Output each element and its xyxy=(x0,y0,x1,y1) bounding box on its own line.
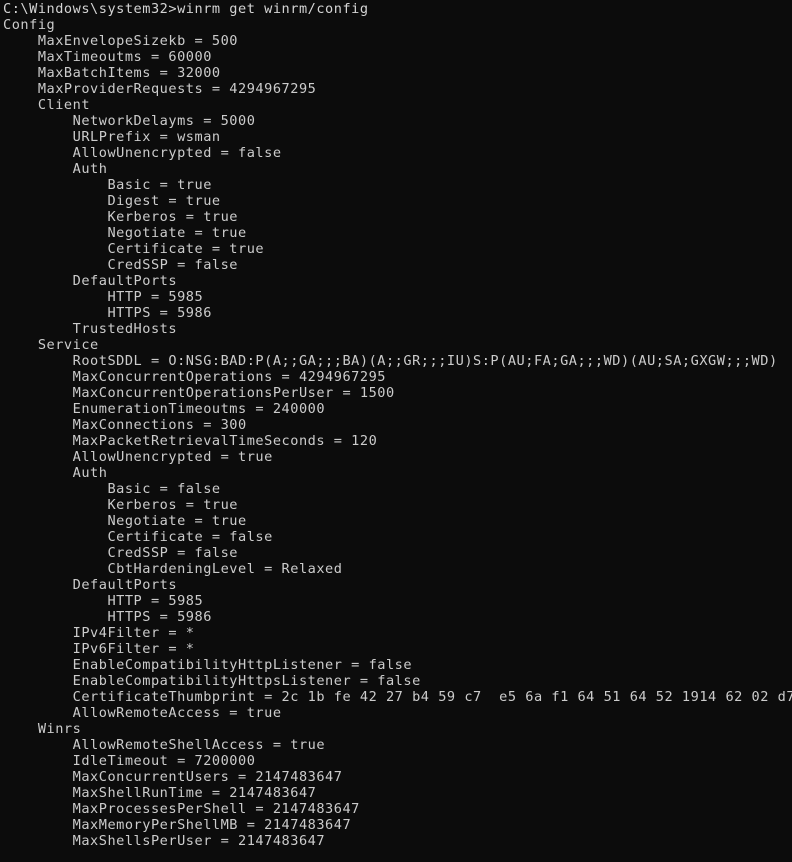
terminal-output-line: Basic = false xyxy=(3,481,221,497)
terminal-output-line: MaxConcurrentOperationsPerUser = 1500 xyxy=(3,385,395,401)
terminal-output-line: Auth xyxy=(3,161,108,177)
terminal-output-line: Certificate = true xyxy=(3,241,265,257)
terminal-output-line: DefaultPorts xyxy=(3,577,178,593)
terminal-output-line: Negotiate = true xyxy=(3,513,247,529)
terminal-output-line: CertificateThumbprint = 2c 1b fe 42 27 b… xyxy=(3,689,792,705)
terminal-output-line: Auth xyxy=(3,465,108,481)
terminal-output-line: MaxEnvelopeSizekb = 500 xyxy=(3,33,239,49)
terminal-output-line: IdleTimeout = 7200000 xyxy=(3,753,256,769)
terminal-output-line: AllowRemoteAccess = true xyxy=(3,705,282,721)
terminal-output-line: Digest = true xyxy=(3,193,221,209)
terminal-output-line: Certificate = false xyxy=(3,529,273,545)
terminal-output-line: Winrs xyxy=(3,721,82,737)
terminal-output-line: MaxPacketRetrievalTimeSeconds = 120 xyxy=(3,433,378,449)
terminal-output-line: MaxShellRunTime = 2147483647 xyxy=(3,785,317,801)
terminal-output-line: NetworkDelayms = 5000 xyxy=(3,113,256,129)
terminal-output-line: HTTPS = 5986 xyxy=(3,609,212,625)
terminal-output-line: HTTP = 5985 xyxy=(3,289,204,305)
terminal-output-line: Kerberos = true xyxy=(3,209,239,225)
terminal-output-line: MaxProviderRequests = 4294967295 xyxy=(3,81,317,97)
terminal-output-line: Service xyxy=(3,337,99,353)
terminal-output-line: MaxConcurrentOperations = 4294967295 xyxy=(3,369,386,385)
terminal-output-line: CredSSP = false xyxy=(3,545,239,561)
terminal-output-line: Negotiate = true xyxy=(3,225,247,241)
terminal-console[interactable]: C:\Windows\system32>winrm get winrm/conf… xyxy=(0,0,792,862)
terminal-output-line: IPv4Filter = * xyxy=(3,625,195,641)
terminal-output-line: HTTPS = 5986 xyxy=(3,305,212,321)
terminal-output-line: MaxShellsPerUser = 2147483647 xyxy=(3,833,326,849)
terminal-output-line: RootSDDL = O:NSG:BAD:P(A;;GA;;;BA)(A;;GR… xyxy=(3,353,778,369)
terminal-output-line: EnableCompatibilityHttpsListener = false xyxy=(3,673,421,689)
terminal-output-line: MaxBatchItems = 32000 xyxy=(3,65,221,81)
terminal-output-line: MaxConcurrentUsers = 2147483647 xyxy=(3,769,343,785)
terminal-output-line: Client xyxy=(3,97,91,113)
terminal-output-line: MaxConnections = 300 xyxy=(3,417,247,433)
terminal-output-line: URLPrefix = wsman xyxy=(3,129,221,145)
terminal-output-line: Kerberos = true xyxy=(3,497,239,513)
terminal-output-line: Basic = true xyxy=(3,177,212,193)
terminal-output-line: MaxTimeoutms = 60000 xyxy=(3,49,212,65)
terminal-output-line: EnableCompatibilityHttpListener = false xyxy=(3,657,413,673)
terminal-output-line: IPv6Filter = * xyxy=(3,641,195,657)
terminal-output-line: EnumerationTimeoutms = 240000 xyxy=(3,401,326,417)
terminal-output-line: AllowRemoteShellAccess = true xyxy=(3,737,326,753)
terminal-output-line: MaxMemoryPerShellMB = 2147483647 xyxy=(3,817,352,833)
terminal-output-line: CredSSP = false xyxy=(3,257,239,273)
terminal-output-line: HTTP = 5985 xyxy=(3,593,204,609)
terminal-output-line: Config xyxy=(3,17,56,33)
command-prompt-line: C:\Windows\system32>winrm get winrm/conf… xyxy=(3,1,369,17)
terminal-output-line: DefaultPorts xyxy=(3,273,178,289)
terminal-output-line: AllowUnencrypted = true xyxy=(3,449,273,465)
terminal-output-line: CbtHardeningLevel = Relaxed xyxy=(3,561,343,577)
terminal-output-line: AllowUnencrypted = false xyxy=(3,145,282,161)
terminal-output-line: TrustedHosts xyxy=(3,321,178,337)
terminal-output-line: MaxProcessesPerShell = 2147483647 xyxy=(3,801,360,817)
